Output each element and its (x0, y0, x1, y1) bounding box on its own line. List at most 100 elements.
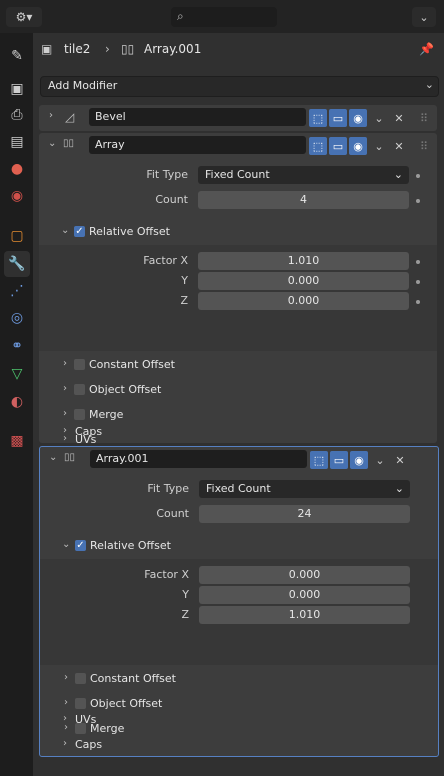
edit-mode-toggle-icon[interactable]: ⬚ (309, 137, 327, 155)
object-offset-checkbox[interactable] (74, 384, 85, 395)
texture-tab-icon[interactable]: ▩ (4, 428, 30, 454)
modifier-header: ⌄ ▯▯ Array ⬚ ▭ ◉ ⌄ ✕ ⠿ (39, 133, 437, 159)
remove-modifier-icon[interactable]: ✕ (390, 137, 408, 155)
modifier-name-field[interactable]: Bevel (89, 108, 306, 126)
modifier-tab-icon[interactable]: 🔧 (4, 251, 30, 277)
viewport-toggle-icon[interactable]: ▭ (329, 109, 347, 127)
chevron-down-icon: ⌄ (419, 10, 429, 24)
expand-arrow-icon: › (63, 383, 67, 394)
expand-arrow-icon: › (63, 358, 67, 369)
modifier-name-field[interactable]: Array (89, 136, 306, 154)
modifier-menu-chevron-icon[interactable]: ⌄ (370, 137, 388, 155)
edit-mode-toggle-icon[interactable]: ⬚ (310, 451, 328, 469)
scene-tab-icon[interactable]: ● (4, 156, 30, 182)
factor-z-field[interactable]: 0.000 (198, 292, 409, 310)
relative-offset-subpanel-header[interactable]: ⌄ ✓ Relative Offset (39, 219, 437, 245)
factor-y-field[interactable]: 0.000 (198, 272, 409, 290)
drag-handle-icon[interactable]: ⠿ (415, 109, 433, 127)
merge-checkbox[interactable] (74, 409, 85, 420)
viewport-toggle-icon[interactable]: ▭ (330, 451, 348, 469)
factor-x-field[interactable]: 1.010 (198, 252, 409, 270)
modifier-menu-chevron-icon[interactable]: ⌄ (371, 451, 389, 469)
factor-x-label: Factor X (144, 568, 189, 581)
array-modifier-icon: ▯▯ (121, 42, 135, 56)
caps-subpanel-header[interactable]: › Caps (39, 422, 437, 442)
object-data-tab-icon[interactable]: ▽ (4, 361, 30, 387)
factor-y-row: Y 0.000 (39, 271, 437, 291)
physics-tab-icon[interactable]: ◎ (4, 305, 30, 331)
object-tab-icon[interactable]: ▢ (4, 223, 30, 249)
modifier-menu-chevron-icon[interactable]: ⌄ (370, 109, 388, 127)
constant-offset-checkbox[interactable] (74, 359, 85, 370)
constant-offset-subpanel-header[interactable]: › Constant Offset (39, 355, 437, 375)
search-input[interactable]: ⌕ (171, 7, 277, 27)
count-row: Count 4 (39, 190, 437, 210)
fit-type-label: Fit Type (146, 168, 188, 181)
drag-handle-icon[interactable]: ⠿ (415, 137, 433, 155)
remove-modifier-icon[interactable]: ✕ (390, 109, 408, 127)
factor-z-row: Z 1.010 (40, 605, 438, 625)
output-tab-icon[interactable]: ⎙ (4, 102, 30, 128)
chevron-down-icon: ⌄ (394, 482, 404, 495)
expand-arrow-icon[interactable]: › (49, 110, 53, 121)
edit-mode-toggle-icon[interactable]: ⬚ (309, 109, 327, 127)
object-offset-subpanel-header[interactable]: › Object Offset (39, 380, 437, 400)
viewport-toggle-icon[interactable]: ▭ (329, 137, 347, 155)
view-layer-tab-icon[interactable]: ▤ (4, 129, 30, 155)
search-icon: ⌕ (177, 9, 184, 23)
collapse-arrow-icon[interactable]: ⌄ (49, 452, 57, 463)
render-toggle-icon[interactable]: ◉ (349, 137, 367, 155)
render-toggle-icon[interactable]: ◉ (349, 109, 367, 127)
caps-subpanel-header[interactable]: › Caps (39, 735, 437, 755)
decorator-dot[interactable] (416, 300, 420, 304)
factor-z-field[interactable]: 1.010 (199, 606, 410, 624)
add-modifier-button[interactable]: Add Modifier ⌄ (40, 76, 439, 97)
modifier-header: › ◿ Bevel ⬚ ▭ ◉ ⌄ ✕ ⠿ (39, 105, 437, 131)
collapse-arrow-icon: ⌄ (61, 225, 70, 236)
properties-editor-icon: ⚙▾ (15, 10, 33, 24)
tool-tab-icon[interactable]: ✎ (4, 43, 30, 69)
collapse-arrow-icon: ⌄ (62, 539, 71, 550)
relative-offset-subpanel-header[interactable]: ⌄ ✓ Relative Offset (40, 533, 438, 559)
constraints-tab-icon[interactable]: ⚭ (4, 333, 30, 359)
factor-x-field[interactable]: 0.000 (199, 566, 410, 584)
topbar: ⚙▾ ⌕ ⌄ (0, 0, 444, 33)
expand-arrow-icon: › (63, 713, 67, 724)
editor-type-selector[interactable]: ⚙▾ (6, 7, 42, 27)
expand-arrow-icon: › (64, 697, 68, 708)
relative-offset-checkbox[interactable]: ✓ (75, 540, 86, 551)
relative-offset-subpanel: Factor X 0.000 Y 0.000 Z 1.010 (40, 559, 438, 665)
render-tab-icon[interactable]: ▣ (4, 76, 30, 102)
relative-offset-checkbox[interactable]: ✓ (74, 226, 85, 237)
object-offset-checkbox[interactable] (75, 698, 86, 709)
render-toggle-icon[interactable]: ◉ (350, 451, 368, 469)
uvs-subpanel-header[interactable]: › UVs (39, 710, 437, 730)
count-field[interactable]: 24 (199, 505, 410, 523)
count-label: Count (156, 507, 189, 520)
remove-modifier-icon[interactable]: ✕ (391, 451, 409, 469)
factor-y-field[interactable]: 0.000 (199, 586, 410, 604)
count-field[interactable]: 4 (198, 191, 409, 209)
decorator-dot[interactable] (416, 174, 420, 178)
modifier-name-field[interactable]: Array.001 (90, 450, 307, 468)
particles-tab-icon[interactable]: ⋰ (4, 278, 30, 304)
world-tab-icon[interactable]: ◉ (4, 183, 30, 209)
factor-z-label: Z (181, 608, 189, 621)
decorator-dot[interactable] (416, 280, 420, 284)
pin-icon[interactable]: 📌 (419, 42, 434, 56)
constant-offset-subpanel-header[interactable]: › Constant Offset (40, 669, 438, 689)
material-tab-icon[interactable]: ◐ (4, 389, 30, 415)
fit-type-select[interactable]: Fixed Count ⌄ (198, 166, 409, 184)
fit-type-select[interactable]: Fixed Count ⌄ (199, 480, 410, 498)
decorator-dot[interactable] (416, 199, 420, 203)
relative-offset-label: Relative Offset (89, 225, 170, 238)
factor-z-label: Z (180, 294, 188, 307)
expand-arrow-icon: › (63, 408, 67, 419)
constant-offset-checkbox[interactable] (75, 673, 86, 684)
options-dropdown[interactable]: ⌄ (412, 7, 436, 27)
collapse-arrow-icon[interactable]: ⌄ (48, 138, 56, 149)
factor-y-row: Y 0.000 (40, 585, 438, 605)
decorator-dot[interactable] (416, 260, 420, 264)
chevron-down-icon: ⌄ (424, 78, 434, 91)
properties-tab-bar: ✎ ▣ ⎙ ▤ ● ◉ ▢ 🔧 ⋰ ◎ ⚭ ▽ ◐ ▩ (0, 33, 33, 776)
